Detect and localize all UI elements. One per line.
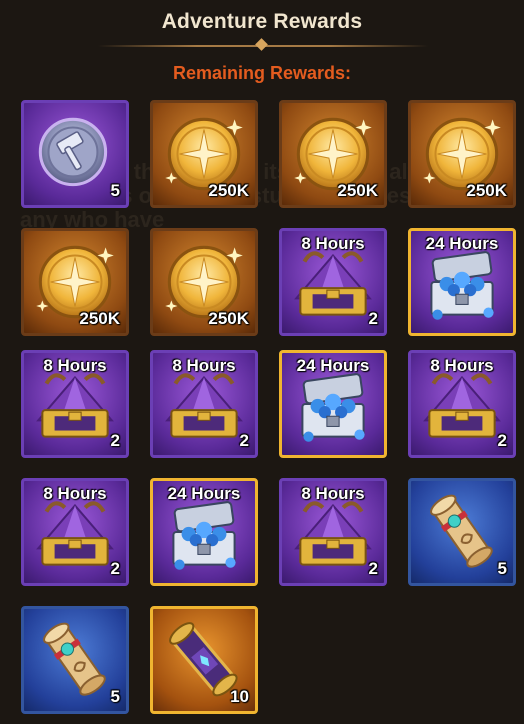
reward-tile[interactable]: 5 xyxy=(408,478,516,586)
quantity-label: 5 xyxy=(110,181,120,200)
quantity-label: 2 xyxy=(368,309,378,328)
quantity-label: 10 xyxy=(230,687,249,706)
reward-tile[interactable]: 10 xyxy=(150,606,258,714)
reward-tile[interactable]: 5 xyxy=(21,606,129,714)
reward-tile[interactable]: 250K xyxy=(279,100,387,208)
duration-label: 8 Hours xyxy=(43,484,107,503)
quantity-label: 2 xyxy=(110,431,120,450)
reward-tile[interactable]: 5 xyxy=(21,100,129,208)
reward-tile[interactable]: 250K xyxy=(408,100,516,208)
reward-tile[interactable]: 8 Hours 2 xyxy=(279,228,387,336)
duration-label: 24 Hours xyxy=(296,356,370,375)
duration-label: 8 Hours xyxy=(301,484,365,503)
reward-tile[interactable]: 250K xyxy=(21,228,129,336)
reward-tile[interactable]: 8 Hours 2 xyxy=(21,350,129,458)
quantity-label: 250K xyxy=(337,181,378,200)
reward-tile[interactable]: 8 Hours 2 xyxy=(21,478,129,586)
duration-label: 8 Hours xyxy=(430,356,494,375)
quantity-label: 250K xyxy=(208,309,249,328)
page-title: Adventure Rewards xyxy=(161,10,363,33)
duration-label: 8 Hours xyxy=(43,356,107,375)
reward-tile[interactable]: 250K xyxy=(150,100,258,208)
quantity-label: 5 xyxy=(497,559,507,578)
reward-tile[interactable]: 24 Hours xyxy=(150,478,258,586)
divider-ornament xyxy=(255,38,268,51)
reward-tile[interactable]: 250K xyxy=(150,228,258,336)
quantity-label: 250K xyxy=(466,181,507,200)
quantity-label: 2 xyxy=(368,559,378,578)
duration-label: 8 Hours xyxy=(301,234,365,253)
reward-tile[interactable]: 24 Hours xyxy=(279,350,387,458)
reward-tile[interactable]: 8 Hours 2 xyxy=(150,350,258,458)
reward-tile[interactable]: 8 Hours 2 xyxy=(279,478,387,586)
duration-label: 24 Hours xyxy=(425,234,499,253)
quantity-label: 250K xyxy=(208,181,249,200)
duration-label: 8 Hours xyxy=(172,356,236,375)
quantity-label: 2 xyxy=(497,431,507,450)
reward-tile[interactable]: 24 Hours xyxy=(408,228,516,336)
quantity-label: 2 xyxy=(110,559,120,578)
quantity-label: 5 xyxy=(110,687,120,706)
remaining-rewards-label: Remaining Rewards: xyxy=(172,63,352,83)
duration-label: 24 Hours xyxy=(167,484,241,503)
reward-tile[interactable]: 8 Hours 2 xyxy=(408,350,516,458)
quantity-label: 2 xyxy=(239,431,249,450)
quantity-label: 250K xyxy=(79,309,120,328)
